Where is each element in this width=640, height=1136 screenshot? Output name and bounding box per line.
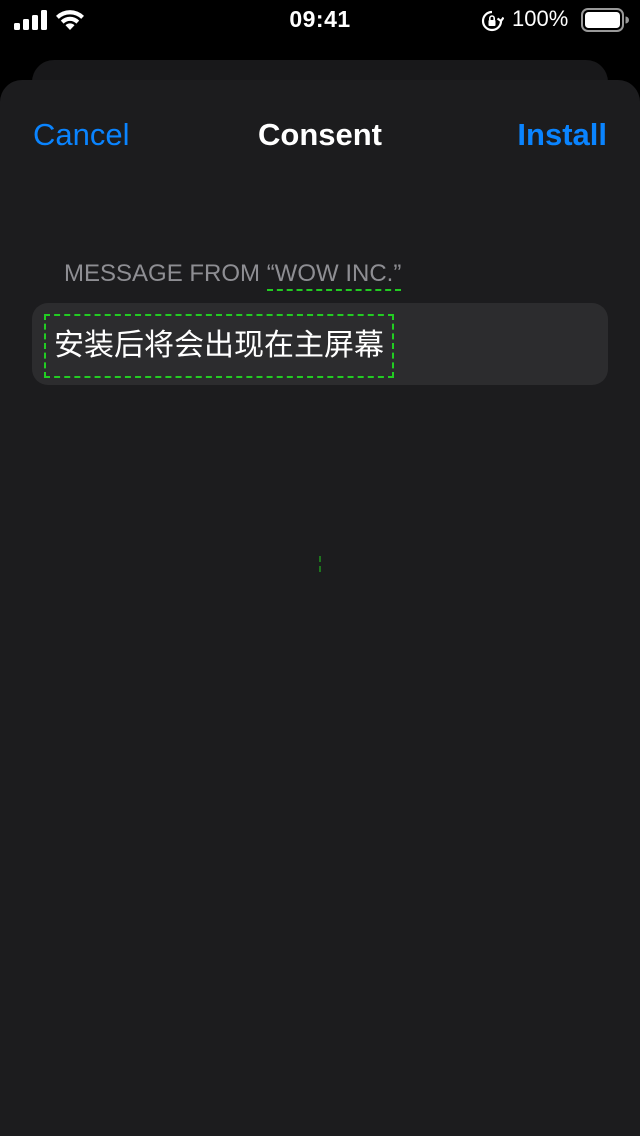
battery-percent: 100% <box>512 6 569 31</box>
orientation-lock-icon <box>481 10 504 32</box>
consent-message-text: 安装后将会出现在主屏幕 <box>44 314 394 378</box>
activity-indicator <box>319 556 324 572</box>
install-button[interactable]: Install <box>517 117 607 153</box>
message-header-organization: “WOW INC.” <box>266 260 402 291</box>
status-bar: 09:41 100% <box>0 0 640 40</box>
battery-icon <box>581 8 629 32</box>
consent-sheet <box>0 80 640 1136</box>
message-header-prefix: MESSAGE FROM <box>64 260 267 287</box>
message-section-header: MESSAGE FROM “WOW INC.” <box>64 260 402 291</box>
